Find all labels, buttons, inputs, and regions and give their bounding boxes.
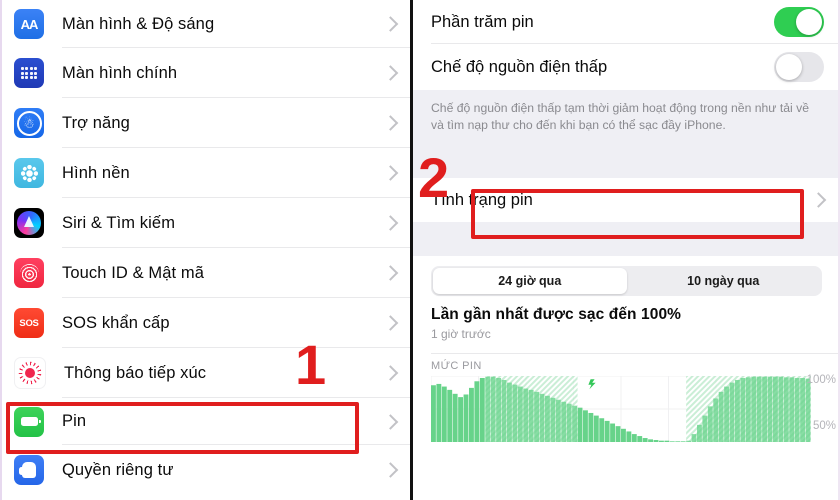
sidebar-item-label: Pin: [62, 412, 87, 430]
left-frame-edge: [0, 0, 2, 500]
toggle-knob: [776, 54, 802, 80]
sidebar-item-display-brightness[interactable]: AA Màn hình & Độ sáng: [0, 0, 410, 48]
section-gap-top: [413, 150, 840, 178]
sidebar-item-exposure-notifications[interactable]: Thông báo tiếp xúc: [0, 348, 410, 398]
battery-level-chart[interactable]: 100% 50%: [431, 374, 840, 446]
sidebar-item-privacy[interactable]: Quyền riêng tư: [0, 445, 410, 495]
chart-title: MỨC PIN: [431, 360, 482, 372]
battery-settings-panel: Phần trăm pin Chế độ nguồn điện thấp Chế…: [413, 0, 840, 500]
segment-24h[interactable]: 24 giờ qua: [433, 268, 627, 294]
chevron-right-icon: [382, 115, 399, 131]
chevron-right-icon: [382, 16, 399, 32]
chevron-right-icon: [382, 365, 399, 381]
step-marker-2: 2: [418, 146, 450, 209]
toggle-knob: [796, 9, 822, 35]
display-brightness-icon: AA: [14, 9, 44, 39]
sidebar-item-wallpaper[interactable]: Hình nền: [0, 148, 410, 198]
battery-level-chart-svg: [431, 376, 811, 442]
sidebar-item-label: Touch ID & Mật mã: [62, 263, 204, 282]
aa-glyph: AA: [20, 16, 39, 32]
step-marker-1: 1: [295, 333, 327, 396]
chevron-right-icon: [382, 265, 399, 281]
accessibility-icon: ☃: [14, 108, 44, 138]
battery-level-chart-section: MỨC PIN 100% 50%: [413, 354, 840, 446]
home-screen-icon: [14, 58, 44, 88]
sidebar-item-siri-search[interactable]: Siri & Tìm kiếm: [0, 198, 410, 248]
sidebar-item-label: Quyền riêng tư: [62, 460, 174, 479]
time-range-segmented-control-wrap: 24 giờ qua 10 ngày qua: [413, 256, 840, 304]
chevron-right-icon: [382, 462, 399, 478]
sos-glyph: SOS: [19, 317, 39, 329]
segment-10d[interactable]: 10 ngày qua: [627, 268, 821, 294]
sidebar-item-touch-id-passcode[interactable]: Touch ID & Mật mã: [0, 248, 410, 298]
last-charge-title: Lần gần nhất được sạc đến 100%: [431, 306, 682, 323]
battery-percentage-row[interactable]: Phần trăm pin: [413, 0, 840, 44]
sidebar-item-label: Siri & Tìm kiếm: [62, 213, 176, 232]
exposure-dot-glyph: [25, 368, 35, 378]
battery-health-row[interactable]: Tình trạng pin: [413, 178, 840, 222]
section-gap-bottom: [413, 222, 840, 256]
battery-icon: [14, 406, 44, 437]
chart-ytick-100: 100%: [806, 374, 836, 386]
low-power-mode-description: Chế độ nguồn điện thấp tạm thời giảm hoạ…: [413, 90, 840, 150]
touch-id-icon: [14, 258, 44, 288]
low-power-mode-toggle[interactable]: [774, 52, 824, 82]
row-label: Phần trăm pin: [431, 12, 534, 31]
chart-ytick-50: 50%: [812, 420, 836, 432]
home-grid-glyph: [20, 66, 38, 80]
row-label: Chế độ nguồn điện thấp: [431, 57, 608, 76]
sidebar-item-label: Hình nền: [62, 163, 130, 182]
wallpaper-icon: [14, 158, 44, 188]
exposure-notification-icon: [14, 357, 46, 389]
chevron-right-icon: [382, 413, 399, 430]
time-range-segmented-control[interactable]: 24 giờ qua 10 ngày qua: [431, 266, 822, 296]
sidebar-item-accessibility[interactable]: ☃ Trợ năng: [0, 98, 410, 148]
low-power-mode-row[interactable]: Chế độ nguồn điện thấp: [413, 44, 840, 90]
sidebar-item-label: SOS khẩn cấp: [62, 313, 170, 332]
sidebar-item-label: Thông báo tiếp xúc: [64, 363, 207, 382]
sidebar-item-label: Màn hình chính: [62, 63, 178, 82]
chevron-right-icon: [382, 65, 399, 81]
sidebar-item-emergency-sos[interactable]: SOS SOS khẩn cấp: [0, 298, 410, 348]
screenshot-root: AA Màn hình & Độ sáng Màn hình chính ☃ T…: [0, 0, 840, 500]
row-label: Tình trạng pin: [431, 190, 533, 209]
sidebar-item-label: Màn hình & Độ sáng: [62, 14, 215, 33]
settings-list-panel: AA Màn hình & Độ sáng Màn hình chính ☃ T…: [0, 0, 410, 500]
sos-icon: SOS: [14, 308, 44, 338]
chevron-right-icon: [382, 165, 399, 181]
chevron-right-icon: [382, 215, 399, 231]
battery-percentage-toggle[interactable]: [774, 7, 824, 37]
chevron-right-icon: [382, 315, 399, 331]
sidebar-item-label: Trợ năng: [62, 113, 130, 132]
siri-icon: [14, 208, 44, 238]
settings-list: AA Màn hình & Độ sáng Màn hình chính ☃ T…: [0, 0, 410, 495]
last-charge-subtitle: 1 giờ trước: [431, 327, 491, 341]
privacy-icon: [14, 455, 44, 485]
last-charge-section: Lần gần nhất được sạc đến 100% 1 giờ trư…: [413, 304, 840, 354]
sidebar-item-battery[interactable]: Pin: [0, 398, 410, 445]
sidebar-item-home-screen[interactable]: Màn hình chính: [0, 48, 410, 98]
